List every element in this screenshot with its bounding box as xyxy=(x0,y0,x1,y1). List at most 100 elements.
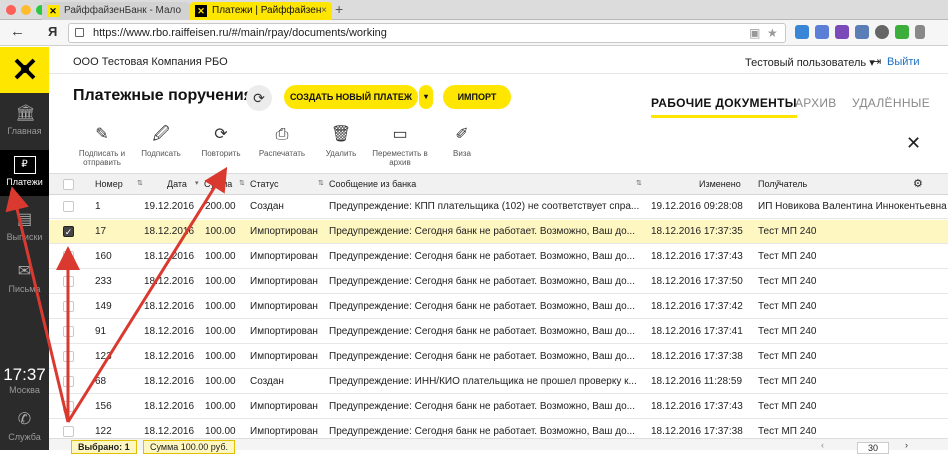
extension-icon[interactable] xyxy=(815,25,829,39)
settings-gear-icon[interactable]: ⚙ xyxy=(913,177,923,190)
cell-changed: 18.12.2016 17:37:35 xyxy=(651,226,743,237)
column-header-sum[interactable]: Сумма xyxy=(204,179,232,189)
column-header-message[interactable]: Сообщение из банка xyxy=(329,179,416,189)
trash-icon: 🗑 xyxy=(330,126,352,143)
menu-icon[interactable] xyxy=(915,25,925,39)
refresh-button[interactable]: ⟳ xyxy=(246,85,272,111)
extension-icon[interactable] xyxy=(875,25,889,39)
visa-button[interactable]: ✐ Виза xyxy=(442,125,482,158)
sign-send-icon: ✎ xyxy=(95,126,109,143)
sign-button[interactable]: 🖉 Подписать xyxy=(139,125,183,158)
browser-tab-1[interactable]: ✕ РайффайзенБанк - Мало xyxy=(42,2,190,20)
extension-icon[interactable] xyxy=(795,25,809,39)
cell-status: Импортирован xyxy=(250,426,318,437)
row-checkbox[interactable] xyxy=(63,401,74,412)
table-row[interactable]: 233 18.12.2016 100.00 Импортирован Предупреж… xyxy=(49,270,948,294)
table-row[interactable]: 68 18.12.2016 100.00 Создан Предупреждение: … xyxy=(49,370,948,394)
delete-button[interactable]: 🗑 Удалить xyxy=(319,125,363,158)
minimize-window-dot[interactable] xyxy=(21,5,31,15)
cell-number: 68 xyxy=(95,376,107,387)
table-row[interactable]: 122 18.12.2016 100.00 Импортирован Предупреж… xyxy=(49,420,948,438)
table-row[interactable]: 123 18.12.2016 100.00 Импортирован Предупреж… xyxy=(49,345,948,369)
cell-message: Предупреждение: Сегодня банк не работает… xyxy=(329,276,635,287)
column-header-number[interactable]: Номер xyxy=(95,179,123,189)
table-row[interactable]: ✓ 17 18.12.2016 100.00 Импортирован Предупреж… xyxy=(49,220,948,244)
url-text[interactable]: https://www.rbo.raiffeisen.ru/#/main/rpa… xyxy=(93,27,387,39)
row-checkbox[interactable] xyxy=(63,351,74,362)
cell-status: Импортирован xyxy=(250,226,318,237)
sidebar-item-label: Выписки xyxy=(6,232,43,242)
address-bar[interactable]: https://www.rbo.raiffeisen.ru/#/main/rpa… xyxy=(68,23,786,43)
sign-send-button[interactable]: ✎ Подписать и отправить xyxy=(71,125,133,167)
sidebar-item-statements[interactable]: ▤ Выписки xyxy=(0,205,49,251)
raiffeisen-logo[interactable] xyxy=(0,47,49,93)
phone-icon: ✆ xyxy=(17,411,32,428)
sidebar-item-home[interactable]: 🏛 Главная xyxy=(0,99,49,145)
sidebar-item-payments[interactable]: ₽ Платежи xyxy=(0,150,49,196)
print-button[interactable]: ⎙ Распечатать xyxy=(252,125,312,158)
extension-icon[interactable] xyxy=(835,25,849,39)
cell-recipient: Тест МП 240 xyxy=(758,251,817,262)
row-checkbox[interactable] xyxy=(63,301,74,312)
new-tab-button[interactable]: + xyxy=(335,1,343,17)
archive-button[interactable]: ▭ Переместить в архив xyxy=(367,125,433,167)
sort-icon[interactable]: ⇅ xyxy=(318,179,324,187)
select-all-checkbox[interactable] xyxy=(63,179,74,190)
row-checkbox[interactable] xyxy=(63,376,74,387)
sidebar-item-label: Служба xyxy=(8,432,41,442)
table-row[interactable]: 149 18.12.2016 100.00 Импортирован Предупреж… xyxy=(49,295,948,319)
sort-icon[interactable]: ⇅ xyxy=(239,179,245,187)
row-checkbox[interactable] xyxy=(63,326,74,337)
vk-extension-icon[interactable] xyxy=(855,25,869,39)
import-button[interactable]: ИМПОРТ xyxy=(443,85,511,109)
browser-tab-2[interactable]: ✕ Платежи | Райффайзен × xyxy=(190,2,332,20)
table-row[interactable]: 156 18.12.2016 100.00 Импортирован Предупреж… xyxy=(49,395,948,419)
tab-deleted[interactable]: УДАЛЁННЫЕ xyxy=(852,96,930,110)
row-checkbox[interactable] xyxy=(63,201,74,212)
cell-sum: 100.00 xyxy=(205,226,236,237)
repeat-button[interactable]: ⟳ Повторить xyxy=(196,125,246,158)
close-icon[interactable]: ✕ xyxy=(906,133,921,154)
cell-status: Импортирован xyxy=(250,326,318,337)
cell-message: Предупреждение: ИНН/КИО плательщика не п… xyxy=(329,376,637,387)
download-icon[interactable] xyxy=(895,25,909,39)
cell-number: 122 xyxy=(95,426,112,437)
create-payment-button[interactable]: СОЗДАТЬ НОВЫЙ ПЛАТЕЖ xyxy=(284,85,418,109)
cell-sum: 100.00 xyxy=(205,251,236,262)
browser-tabbar: ✕ РайффайзенБанк - Мало ✕ Платежи | Райф… xyxy=(0,0,948,20)
close-window-dot[interactable] xyxy=(6,5,16,15)
table-row[interactable]: 1 19.12.2016 200.00 Создан Предупреждение: К… xyxy=(49,195,948,219)
row-checkbox[interactable] xyxy=(63,251,74,262)
row-checkbox[interactable]: ✓ xyxy=(63,226,74,237)
sort-icon[interactable]: ▾ xyxy=(195,179,199,187)
column-header-date[interactable]: Дата xyxy=(167,179,187,189)
bank-icon: 🏛 xyxy=(15,105,36,122)
close-tab-icon[interactable]: × xyxy=(321,2,327,19)
sort-icon[interactable]: ⇅ xyxy=(137,179,143,187)
page-icon[interactable]: ▣ xyxy=(749,26,760,40)
sidebar-item-letters[interactable]: ✉ Письма xyxy=(0,257,49,303)
yandex-icon[interactable]: Я xyxy=(48,24,57,39)
row-checkbox[interactable] xyxy=(63,426,74,437)
table-row[interactable]: 91 18.12.2016 100.00 Импортирован Предупрежд… xyxy=(49,320,948,344)
create-payment-dropdown[interactable]: ▾ xyxy=(419,85,433,109)
logout-link[interactable]: Выйти xyxy=(887,56,920,68)
tab-archive[interactable]: АРХИВ xyxy=(795,96,837,110)
logout-icon[interactable]: ⇥ xyxy=(872,55,881,68)
prev-page-icon[interactable]: ‹ xyxy=(821,440,824,450)
cell-number: 156 xyxy=(95,401,112,412)
column-header-changed[interactable]: Изменено xyxy=(699,179,741,189)
table-row[interactable]: 160 18.12.2016 100.00 Импортирован Предупреж… xyxy=(49,245,948,269)
page-size-select[interactable]: 30 xyxy=(857,442,889,454)
sidebar-item-support[interactable]: ✆ Служба xyxy=(0,411,49,451)
back-icon[interactable]: ← xyxy=(10,23,25,40)
row-checkbox[interactable] xyxy=(63,276,74,287)
tab-working[interactable]: РАБОЧИЕ ДОКУМЕНТЫ xyxy=(651,96,797,118)
sort-icon[interactable]: ⇅ xyxy=(636,179,642,187)
column-header-status[interactable]: Статус xyxy=(250,179,278,189)
user-menu[interactable]: Тестовый пользователь ▾ xyxy=(745,56,875,69)
column-header-recipient[interactable]: Получатель xyxy=(758,179,807,189)
star-icon[interactable]: ★ xyxy=(767,26,778,40)
next-page-icon[interactable]: › xyxy=(905,440,908,450)
sidebar-item-label: Главная xyxy=(7,126,42,136)
